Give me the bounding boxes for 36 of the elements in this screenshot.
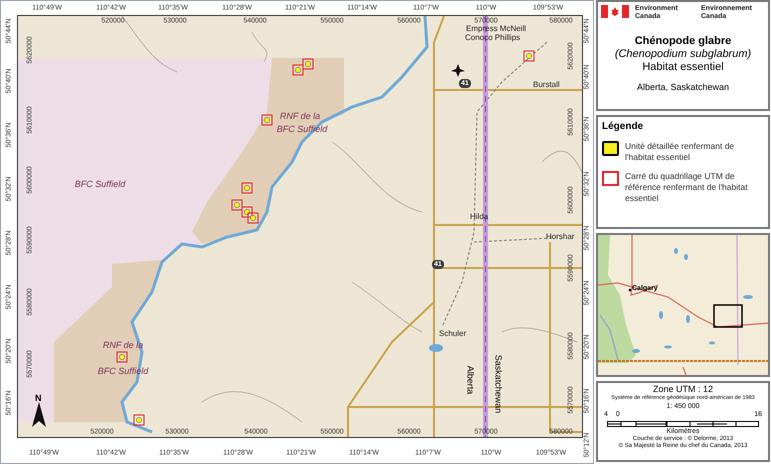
- habitat-marker: [302, 58, 314, 70]
- utm-zone: Zone UTM : 12: [652, 384, 714, 394]
- legend-title: Légende: [602, 121, 644, 133]
- place-label: Horshar: [546, 233, 574, 241]
- area-label: BFC Suffield: [74, 179, 126, 189]
- river: [599, 314, 619, 360]
- province-label: Alberta: [466, 366, 474, 394]
- airport-icon: [451, 64, 465, 77]
- study-area-frame: [713, 304, 743, 328]
- north-arrow-icon: [32, 402, 46, 427]
- habitat-marker: [524, 50, 534, 62]
- grid-square-swatch: [602, 171, 619, 186]
- habitat-marker: [242, 206, 252, 218]
- legend-label: Carré du quadrillage UTM de référence renfermant de l'habitat essentiel: [625, 171, 749, 204]
- habitat-unit-swatch: [602, 141, 619, 156]
- habitat-marker: [292, 64, 304, 76]
- habitat-marker: [242, 182, 252, 194]
- habitat-marker: [134, 414, 144, 426]
- species-name: Chénopode glabre: [634, 35, 732, 48]
- city-dot: [628, 288, 632, 292]
- habitat-marker: [248, 212, 258, 224]
- north-label: N: [35, 394, 42, 403]
- canada-flag-icon: [601, 5, 629, 18]
- area-label: RNF de la: [280, 111, 320, 121]
- place-label: Schuler: [439, 330, 466, 338]
- habitat-marker: [232, 200, 242, 210]
- region-name: Alberta, Saskatchewan: [636, 82, 730, 93]
- place-label: Conoco Phillips: [465, 34, 520, 42]
- habitat-marker: [116, 352, 128, 362]
- legend-label: Unité détaillée renfermant de l'habitat essentiel: [625, 141, 736, 163]
- scientific-name: (Chenopodium subglabrum): [614, 48, 752, 61]
- place-label: Burstall: [533, 81, 560, 89]
- map-subtitle: Habitat essentiel: [642, 61, 724, 74]
- place-label: Hilda: [470, 213, 488, 221]
- habitat-marker: [262, 114, 272, 126]
- province-label: Saskatchewan: [494, 354, 502, 414]
